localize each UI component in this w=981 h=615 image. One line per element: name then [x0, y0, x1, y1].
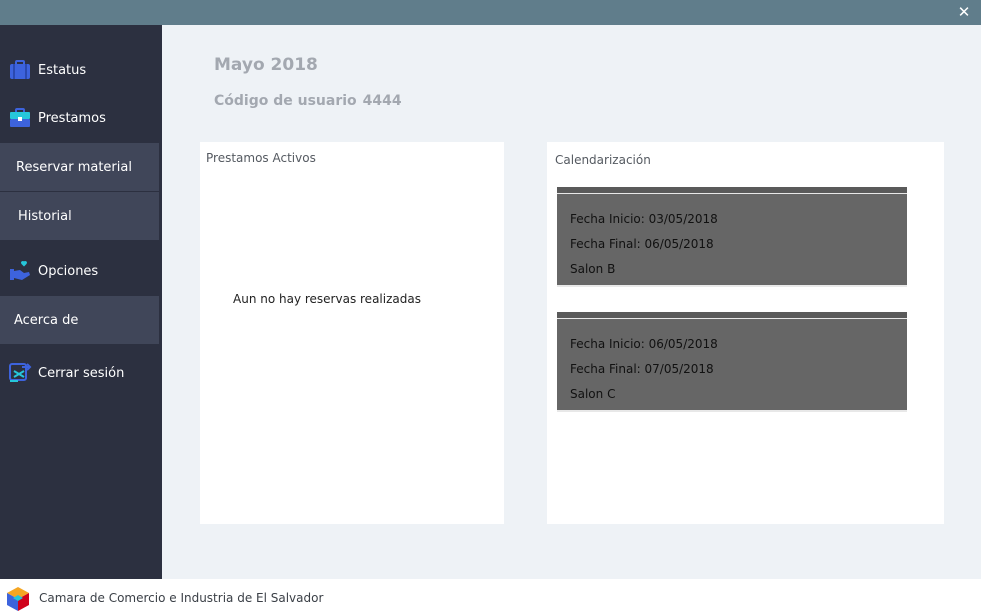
sidebar-item-prestamos[interactable]: Prestamos	[0, 94, 162, 142]
user-code-value: 4444	[362, 93, 402, 109]
sidebar: Estatus Prestamos Reservar material Hist…	[0, 25, 162, 579]
reservation-room: Salon B	[570, 262, 616, 276]
sidebar-item-acerca-de[interactable]: Acerca de	[0, 296, 159, 344]
calendar-panel: Calendarización Fecha Inicio: 03/05/2018…	[547, 142, 944, 524]
sidebar-item-label: Historial	[18, 208, 72, 224]
reservation-card[interactable]: Fecha Inicio: 03/05/2018 Fecha Final: 06…	[557, 187, 907, 287]
sidebar-item-opciones[interactable]: Opciones	[0, 247, 162, 295]
sidebar-item-label: Estatus	[38, 62, 87, 78]
reservation-room: Salon C	[570, 387, 616, 401]
sidebar-item-estatus[interactable]: Estatus	[0, 46, 162, 94]
sidebar-item-label: Prestamos	[38, 110, 106, 126]
reservation-end: Fecha Final: 07/05/2018	[570, 362, 714, 376]
title-bar: ✕	[0, 0, 981, 25]
page-title: Mayo 2018	[214, 55, 318, 75]
sidebar-item-historial[interactable]: Historial	[0, 192, 159, 240]
sidebar-item-label: Reservar material	[16, 159, 132, 175]
reservation-start: Fecha Inicio: 03/05/2018	[570, 212, 718, 226]
reservation-start: Fecha Inicio: 06/05/2018	[570, 337, 718, 351]
calendar-title: Calendarización	[555, 153, 651, 167]
card-header-bar	[557, 312, 907, 319]
empty-message: Aun no hay reservas realizadas	[233, 292, 421, 306]
close-button[interactable]: ✕	[955, 3, 973, 21]
card-divider	[557, 285, 907, 287]
active-loans-title: Prestamos Activos	[206, 151, 316, 165]
sidebar-item-reservar-material[interactable]: Reservar material	[0, 143, 159, 191]
cube-logo-icon	[5, 586, 31, 615]
sidebar-item-cerrar-sesion[interactable]: Cerrar sesión	[0, 349, 162, 397]
hand-heart-icon	[8, 259, 32, 283]
reservation-card[interactable]: Fecha Inicio: 06/05/2018 Fecha Final: 07…	[557, 312, 907, 412]
briefcase-icon	[8, 58, 32, 82]
toolbox-icon	[8, 106, 32, 130]
logout-icon	[8, 361, 32, 385]
sidebar-item-label: Opciones	[38, 263, 99, 279]
card-header-bar	[557, 187, 907, 194]
organization-name: Camara de Comercio e Industria de El Sal…	[39, 591, 324, 605]
reservation-end: Fecha Final: 06/05/2018	[570, 237, 714, 251]
active-loans-panel: Prestamos Activos Aun no hay reservas re…	[200, 142, 504, 524]
card-divider	[557, 410, 907, 412]
close-icon: ✕	[957, 3, 971, 21]
footer: Camara de Comercio e Industria de El Sal…	[0, 579, 981, 615]
user-code-label: Código de usuario	[214, 93, 357, 109]
sidebar-item-label: Acerca de	[14, 312, 79, 328]
user-code: Código de usuario 4444	[214, 93, 402, 109]
sidebar-item-label: Cerrar sesión	[38, 365, 125, 381]
